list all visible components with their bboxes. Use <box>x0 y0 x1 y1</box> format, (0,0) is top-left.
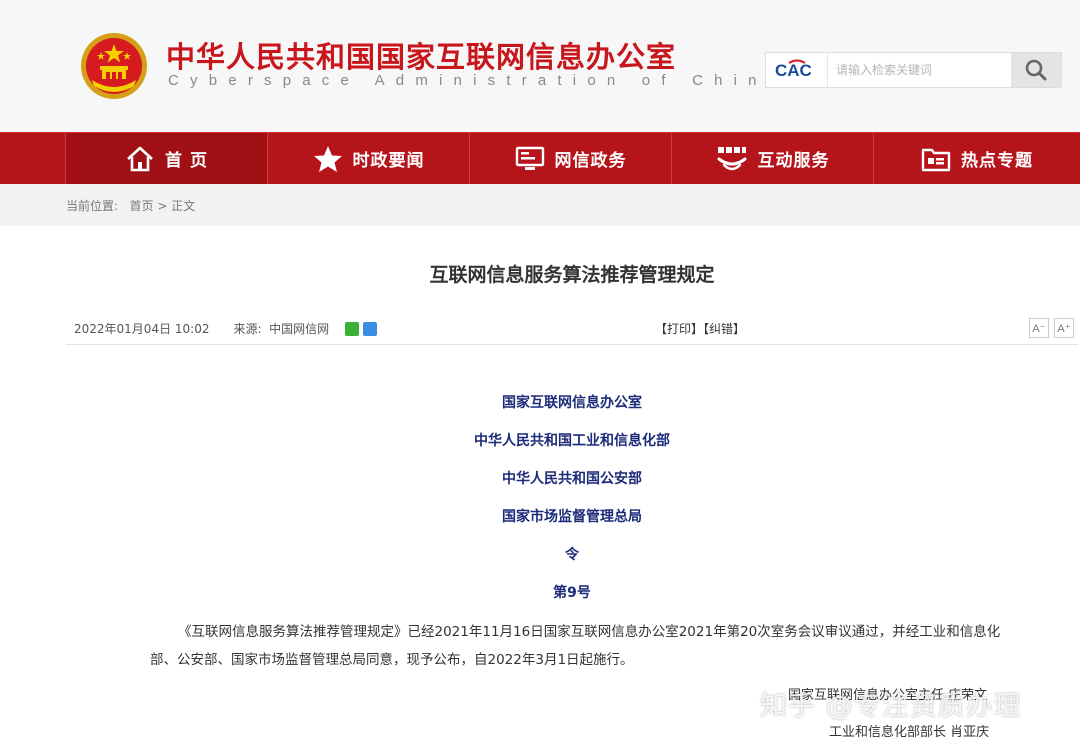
nav-item-politics-news[interactable]: 时政要闻 <box>268 133 470 184</box>
share-buttons <box>345 321 378 336</box>
issuer-mps: 中华人民共和国公安部 <box>502 471 642 487</box>
monitor-icon <box>515 146 544 170</box>
nav-item-home[interactable]: 首 页 <box>66 133 268 184</box>
search-input[interactable] <box>832 54 1012 86</box>
breadcrumb-separator: > <box>157 199 168 213</box>
issuer-samr: 国家市场监督管理总局 <box>502 509 642 525</box>
font-larger-button[interactable]: A⁺ <box>1054 318 1074 338</box>
order-number: 第9号 <box>553 585 591 601</box>
search-box: CAC <box>765 52 1062 88</box>
site-header: 中华人民共和国国家互联网信息办公室 Cyberspace Administrat… <box>0 0 1080 132</box>
cac-logo[interactable]: CAC <box>766 53 828 87</box>
breadcrumb-home-link[interactable]: 首页 <box>130 199 154 213</box>
font-smaller-button[interactable]: A⁻ <box>1029 318 1049 338</box>
cac-logo-text: CAC <box>775 61 812 80</box>
nav-item-label: 热点专题 <box>961 151 1033 171</box>
article-meta: 2022年01月04日 10:02 来源: 中国网信网 <box>74 320 378 337</box>
issuer-miit: 中华人民共和国工业和信息化部 <box>474 433 670 449</box>
print-link[interactable]: 【打印】 <box>655 322 703 336</box>
wechat-share-icon[interactable] <box>345 321 360 336</box>
article-body-paragraph: 《互联网信息服务算法推荐管理规定》已经2021年11月16日国家互联网信息办公室… <box>150 624 1001 668</box>
source-label: 来源: <box>233 322 262 336</box>
national-emblem-logo[interactable] <box>78 30 150 102</box>
nav-item-label: 互动服务 <box>757 151 830 171</box>
correct-link[interactable]: 【纠错】 <box>703 322 745 336</box>
nav-item-label: 时政要闻 <box>352 151 425 171</box>
breadcrumb-current: 正文 <box>171 199 196 213</box>
home-icon <box>127 146 153 171</box>
breadcrumb-prefix: 当前位置: <box>66 199 119 213</box>
star-icon <box>313 145 342 172</box>
breadcrumb-bar: 当前位置: 首页 > 正文 <box>0 184 1080 226</box>
breadcrumb: 当前位置: 首页 > 正文 <box>66 197 195 214</box>
main-nav: 首 页 时政要闻 网信政务 互动服务 热点专题 <box>0 132 1080 184</box>
nav-item-interactive-services[interactable]: 互动服务 <box>672 133 874 184</box>
article-title: 互联网信息服务算法推荐管理规定 <box>429 264 715 286</box>
nav-spacer <box>0 133 66 184</box>
nav-item-hot-topics[interactable]: 热点专题 <box>874 133 1080 184</box>
meta-divider <box>66 344 1078 345</box>
nav-item-cyberspace-affairs[interactable]: 网信政务 <box>470 133 672 184</box>
article-date: 2022年01月04日 10:02 <box>74 322 210 336</box>
search-icon <box>1025 59 1047 81</box>
signatory-miit: 工业和信息化部部长 肖亚庆 <box>829 725 990 740</box>
site-subtitle: Cyberspace Administration of China <box>168 72 788 89</box>
zhihu-watermark: 知乎 @专注资质办理 <box>760 691 1022 722</box>
site-title: 中华人民共和国国家互联网信息办公室 <box>166 40 677 74</box>
folder-icon <box>921 148 951 171</box>
print-links: 【打印】【纠错】 <box>655 320 745 337</box>
search-button[interactable] <box>1011 53 1061 87</box>
article-source: 中国网信网 <box>269 322 330 336</box>
order-label: 令 <box>565 547 579 563</box>
nav-item-label: 网信政务 <box>554 151 627 171</box>
issuer-cac: 国家互联网信息办公室 <box>502 395 642 411</box>
interaction-icon <box>717 146 746 170</box>
nav-item-label: 首 页 <box>165 151 208 171</box>
qzone-share-icon[interactable] <box>363 321 378 336</box>
